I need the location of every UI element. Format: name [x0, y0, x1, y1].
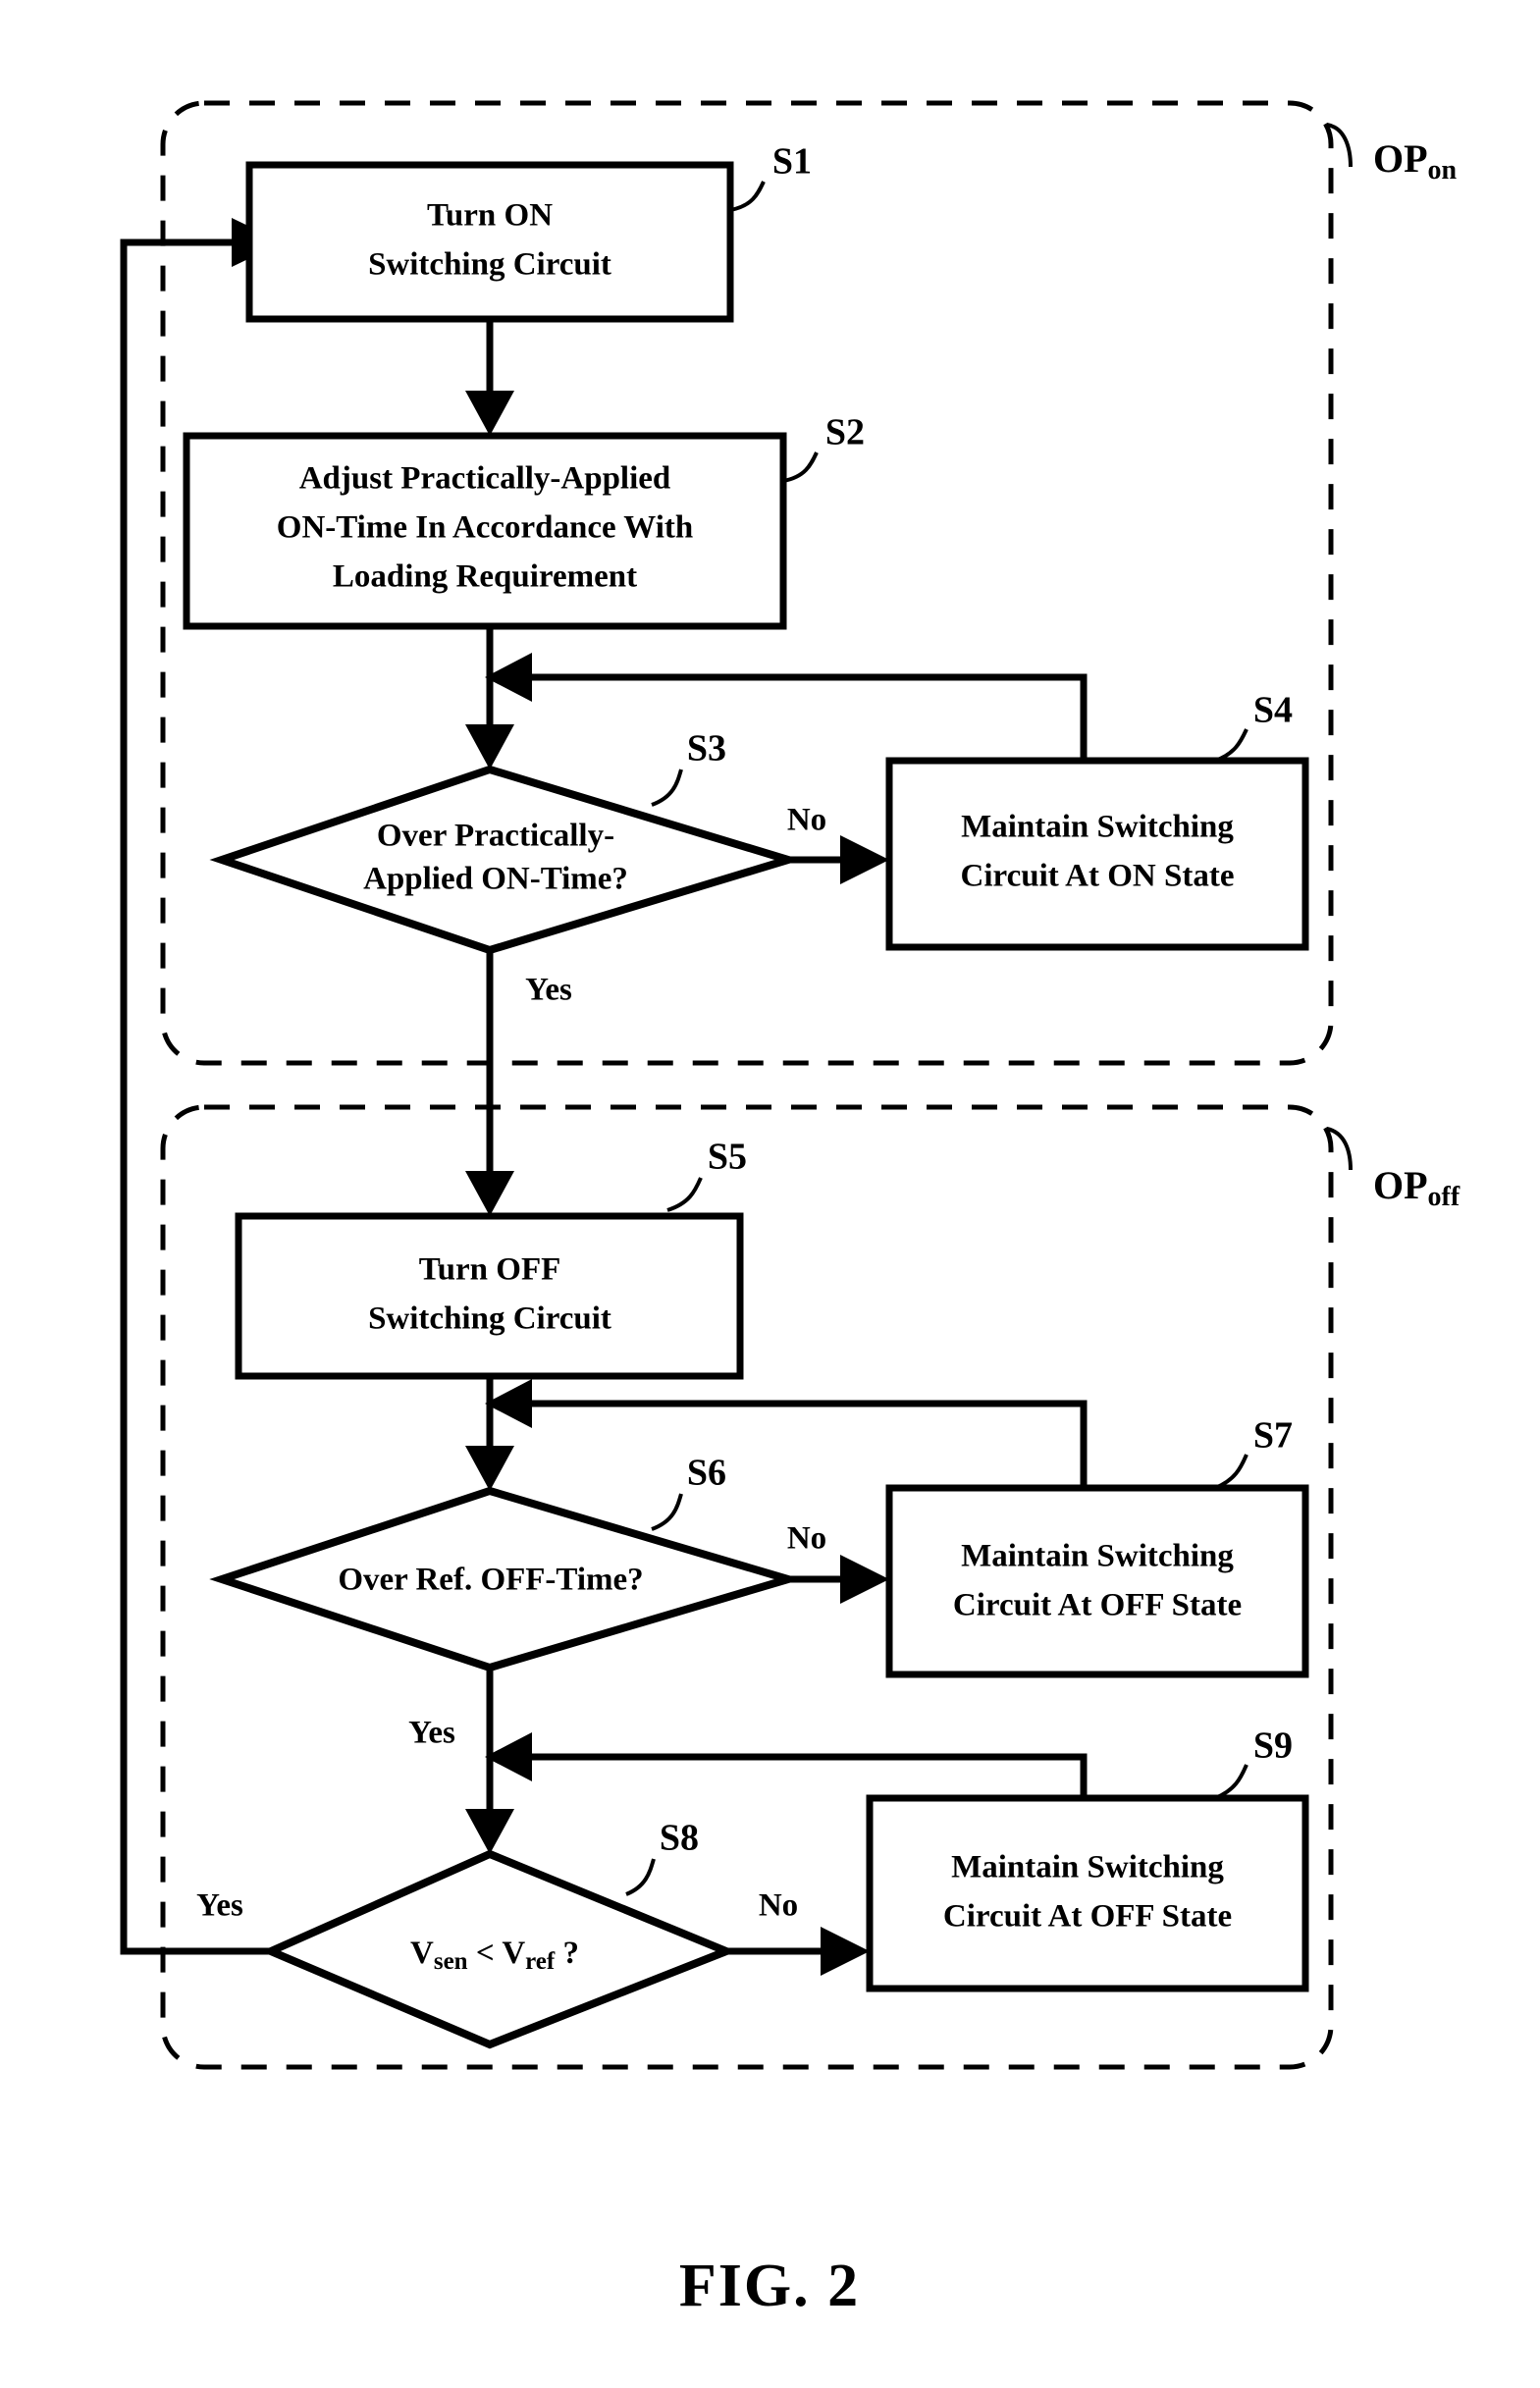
edge-s3-no-arrowhead [840, 835, 889, 884]
edge-s8-no-arrowhead [821, 1927, 870, 1976]
node-s7-line-1: Maintain Switching [961, 1539, 1234, 1574]
step-leader-s2 [782, 451, 819, 483]
group-label-op-off: OPoff [1373, 1163, 1460, 1212]
node-s2-line-1: Adjust Practically-Applied [299, 461, 671, 497]
flowchart-svg: OPon OPoff Turn ON Switching Circuit S1 … [120, 100, 1460, 2319]
node-s5-line-2: Switching Circuit [368, 1301, 611, 1337]
edge-s5-to-s6-arrowhead [465, 1446, 514, 1491]
node-s7-line-2: Circuit At OFF State [953, 1588, 1242, 1623]
node-s7-box [885, 1484, 1309, 1678]
node-s1-line-2: Switching Circuit [368, 247, 611, 283]
step-label-s7: S7 [1253, 1415, 1293, 1457]
edge-s6-yes-arrowhead [465, 1809, 514, 1854]
node-s4-line-2: Circuit At ON State [961, 859, 1235, 894]
edge-label-s3-no: No [787, 803, 826, 838]
step-label-s4: S4 [1253, 690, 1293, 731]
step-leader-s4 [1214, 728, 1248, 763]
node-s4-line-1: Maintain Switching [961, 810, 1234, 845]
edge-label-s8-no: No [759, 1888, 798, 1924]
edge-label-s6-yes: Yes [408, 1716, 455, 1751]
step-leader-s7 [1214, 1454, 1248, 1490]
step-leader-s3 [651, 769, 683, 807]
node-s2-line-3: Loading Requirement [333, 559, 637, 595]
step-leader-s9 [1214, 1764, 1248, 1800]
node-s5-box [235, 1212, 744, 1380]
node-s3-diamond [209, 765, 802, 955]
node-s1-line-1: Turn ON [427, 198, 553, 234]
node-s9-line-2: Circuit At OFF State [943, 1899, 1232, 1935]
step-label-s8: S8 [660, 1818, 699, 1859]
edge-s3-yes-arrowhead [465, 1171, 514, 1216]
figure-caption: FIG. 2 [679, 2253, 860, 2319]
step-leader-s5 [666, 1177, 703, 1212]
node-s1-box [245, 161, 734, 323]
step-leader-s8 [625, 1858, 656, 1896]
step-label-s6: S6 [687, 1453, 726, 1494]
group-label-op-on: OPon [1373, 136, 1458, 186]
node-s2-line-2: ON-Time In Accordance With [277, 510, 693, 546]
edge-s9-return-path [530, 1753, 1088, 1798]
edge-s2-to-s3-arrowhead [465, 724, 514, 769]
edge-s6-no-arrowhead [840, 1555, 889, 1604]
edge-s7-return-path [530, 1400, 1088, 1488]
node-s3-line-2: Applied ON-Time? [363, 862, 628, 897]
step-leader-s6 [651, 1493, 683, 1531]
edge-s4-return-path [530, 673, 1088, 761]
step-label-s9: S9 [1253, 1725, 1293, 1767]
edge-s1-to-s2-arrowhead [465, 391, 514, 436]
node-s6-line-1: Over Ref. OFF-Time? [338, 1563, 643, 1598]
step-leader-s1 [729, 181, 766, 212]
step-label-s5: S5 [708, 1137, 747, 1178]
step-label-s1: S1 [772, 141, 812, 183]
node-s5-line-1: Turn OFF [419, 1252, 561, 1288]
step-label-s2: S2 [825, 412, 865, 453]
edge-label-s6-no: No [787, 1521, 826, 1557]
step-label-s3: S3 [687, 728, 726, 769]
node-s4-box [885, 757, 1309, 951]
node-s9-box [866, 1794, 1309, 1992]
edge-label-s3-yes: Yes [525, 973, 572, 1008]
node-s3-line-1: Over Practically- [377, 819, 614, 854]
edge-label-s8-yes: Yes [196, 1888, 243, 1924]
node-s9-line-1: Maintain Switching [951, 1850, 1224, 1885]
patent-figure: OPon OPoff Turn ON Switching Circuit S1 … [0, 0, 1540, 2388]
